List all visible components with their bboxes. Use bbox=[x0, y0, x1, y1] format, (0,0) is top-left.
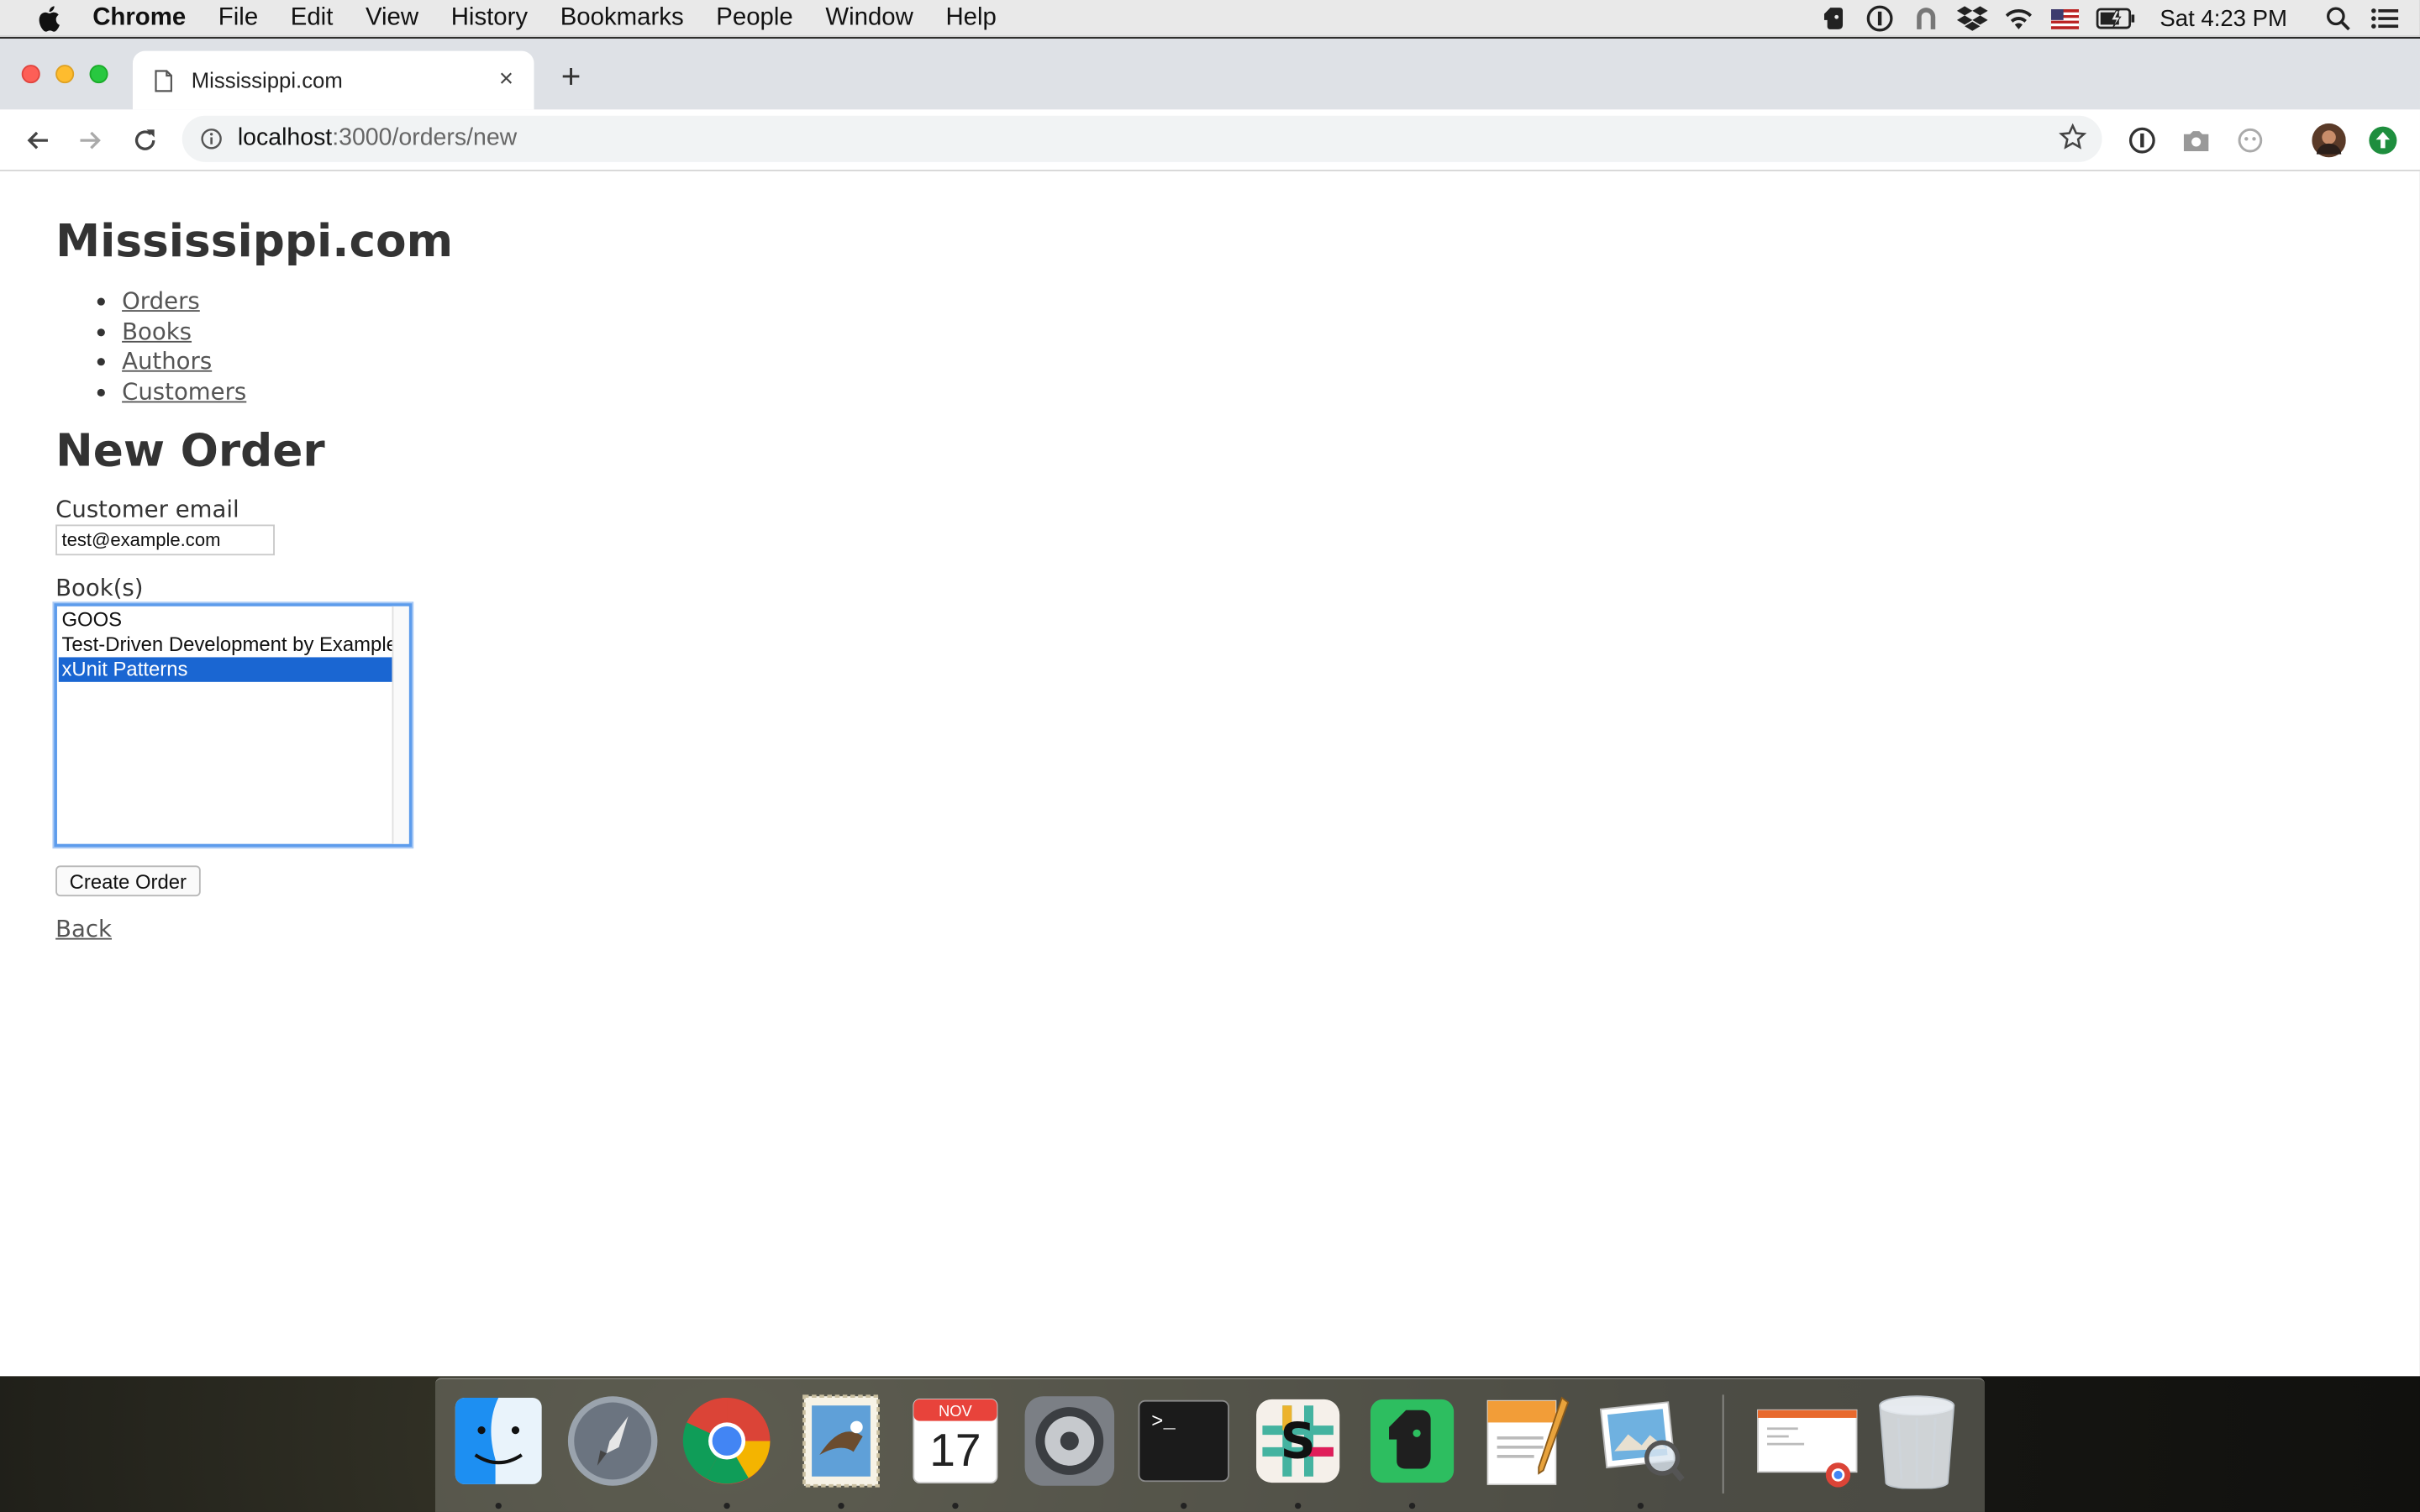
nav-item-books: Books bbox=[122, 318, 246, 348]
menu-bar: Chrome File Edit View History Bookmarks … bbox=[0, 0, 2420, 38]
terminal-prompt: >_ bbox=[1151, 1410, 1176, 1434]
url-path: :3000/orders/new bbox=[332, 124, 518, 151]
profile-avatar[interactable] bbox=[2312, 123, 2346, 158]
back-button[interactable] bbox=[15, 118, 58, 161]
chrome-icon[interactable] bbox=[681, 1394, 773, 1487]
menu-file[interactable]: File bbox=[218, 4, 258, 32]
nav-link-customers[interactable]: Customers bbox=[122, 378, 246, 406]
calendar-day: 17 bbox=[929, 1425, 981, 1477]
system-preferences-icon[interactable] bbox=[1023, 1394, 1116, 1487]
1password-extension-icon[interactable] bbox=[2125, 123, 2159, 157]
menu-clock[interactable]: Sat 4:23 PM bbox=[2160, 5, 2287, 31]
menu-history[interactable]: History bbox=[451, 4, 528, 32]
nav-link-books[interactable]: Books bbox=[122, 318, 192, 345]
site-info-icon[interactable] bbox=[201, 128, 223, 150]
page-content: Mississippi.com Orders Books Authors Cus… bbox=[0, 171, 2420, 1376]
evernote-running-dot bbox=[1408, 1502, 1416, 1509]
menu-edit[interactable]: Edit bbox=[291, 4, 334, 32]
svg-text:S: S bbox=[1281, 1412, 1316, 1470]
battery-icon[interactable] bbox=[2095, 5, 2138, 33]
tab-mississippi[interactable]: Mississippi.com × bbox=[132, 50, 534, 110]
notification-center-icon[interactable] bbox=[2367, 5, 2401, 33]
preview-icon[interactable] bbox=[1594, 1394, 1686, 1487]
slack-icon[interactable]: S bbox=[1252, 1394, 1344, 1487]
alfred-icon[interactable] bbox=[1910, 5, 1944, 33]
minimize-window-button[interactable] bbox=[55, 65, 75, 84]
menu-help[interactable]: Help bbox=[945, 4, 996, 32]
tab-title: Mississippi.com bbox=[191, 67, 343, 93]
menu-bookmarks[interactable]: Bookmarks bbox=[560, 4, 684, 32]
trash-icon[interactable] bbox=[1870, 1394, 1963, 1489]
reload-button[interactable] bbox=[124, 118, 166, 161]
ghostery-extension-icon[interactable] bbox=[2233, 123, 2267, 157]
browser-window: Mississippi.com × + localhost:3000/order… bbox=[0, 38, 2420, 1377]
site-title: Mississippi.com bbox=[55, 214, 454, 267]
page-heading: New Order bbox=[55, 424, 325, 477]
mail-icon[interactable] bbox=[795, 1394, 887, 1488]
pages-icon[interactable] bbox=[1480, 1394, 1572, 1487]
page-icon bbox=[155, 69, 173, 92]
nav-list: Orders Books Authors Customers bbox=[122, 287, 246, 409]
us-flag-icon[interactable] bbox=[2049, 5, 2082, 33]
nav-link-authors[interactable]: Authors bbox=[122, 348, 212, 375]
wifi-icon[interactable] bbox=[2002, 5, 2036, 33]
finder-running-dot bbox=[495, 1502, 502, 1509]
terminal-running-dot bbox=[1181, 1502, 1187, 1509]
status-area: Sat 4:23 PM bbox=[1805, 0, 2420, 37]
forward-button[interactable] bbox=[70, 118, 113, 161]
spotlight-icon[interactable] bbox=[2321, 5, 2354, 33]
menu-people[interactable]: People bbox=[716, 4, 793, 32]
update-icon[interactable] bbox=[2366, 123, 2400, 157]
1password-icon[interactable] bbox=[1864, 5, 1897, 33]
menu-view[interactable]: View bbox=[366, 4, 418, 32]
screen: Chrome File Edit View History Bookmarks … bbox=[0, 0, 2420, 1512]
evernote-dock-icon[interactable] bbox=[1365, 1394, 1458, 1487]
menu-app-name[interactable]: Chrome bbox=[92, 4, 186, 32]
nav-item-customers: Customers bbox=[122, 378, 246, 408]
evernote-icon[interactable] bbox=[1818, 5, 1851, 33]
book-option-goos[interactable]: GOOS bbox=[59, 608, 394, 633]
close-window-button[interactable] bbox=[21, 65, 40, 84]
finder-icon[interactable] bbox=[452, 1394, 544, 1487]
preview-running-dot bbox=[1637, 1502, 1644, 1509]
launchpad-icon[interactable] bbox=[566, 1394, 659, 1487]
url-host: localhost bbox=[237, 124, 333, 151]
books-label: Book(s) bbox=[55, 574, 144, 602]
zoom-window-button[interactable] bbox=[89, 65, 108, 84]
calendar-icon[interactable]: NOV 17 bbox=[909, 1394, 1002, 1487]
apple-icon[interactable] bbox=[31, 1, 65, 34]
books-multiselect[interactable]: GOOS Test-Driven Development by Example … bbox=[54, 603, 413, 848]
close-tab-button[interactable]: × bbox=[487, 61, 524, 98]
menu-window[interactable]: Window bbox=[825, 4, 913, 32]
customer-email-label: Customer email bbox=[55, 495, 239, 523]
book-option-tdd[interactable]: Test-Driven Development by Example bbox=[59, 633, 393, 657]
chrome-window-icon[interactable] bbox=[1754, 1394, 1860, 1488]
new-tab-button[interactable]: + bbox=[553, 57, 590, 96]
slack-running-dot bbox=[1294, 1502, 1302, 1509]
nav-link-orders[interactable]: Orders bbox=[122, 287, 200, 315]
nav-item-authors: Authors bbox=[122, 348, 246, 378]
back-link[interactable]: Back bbox=[55, 915, 112, 942]
bookmark-star-icon[interactable] bbox=[2059, 123, 2087, 151]
screenshot-extension-icon[interactable] bbox=[2179, 123, 2212, 157]
dropbox-icon[interactable] bbox=[1956, 5, 1990, 33]
calendar-month: NOV bbox=[939, 1404, 972, 1421]
create-order-button[interactable]: Create Order bbox=[55, 865, 201, 897]
calendar-running-dot bbox=[952, 1502, 959, 1509]
mail-running-dot bbox=[838, 1502, 844, 1509]
select-scrollbar[interactable] bbox=[392, 606, 409, 844]
chrome-running-dot bbox=[723, 1502, 730, 1509]
books-options: GOOS Test-Driven Development by Example … bbox=[58, 608, 394, 682]
book-option-xunit[interactable]: xUnit Patterns bbox=[58, 657, 394, 682]
dock: NOV 17 >_ S bbox=[434, 1378, 1985, 1512]
browser-toolbar: localhost:3000/orders/new bbox=[0, 109, 2420, 171]
address-bar[interactable]: localhost:3000/orders/new bbox=[182, 115, 2102, 162]
tab-strip: Mississippi.com × + bbox=[0, 38, 2420, 110]
dock-separator bbox=[1722, 1394, 1724, 1494]
customer-email-field[interactable]: test@example.com bbox=[55, 524, 275, 556]
nav-item-orders: Orders bbox=[122, 287, 246, 318]
terminal-icon[interactable]: >_ bbox=[1138, 1394, 1230, 1487]
